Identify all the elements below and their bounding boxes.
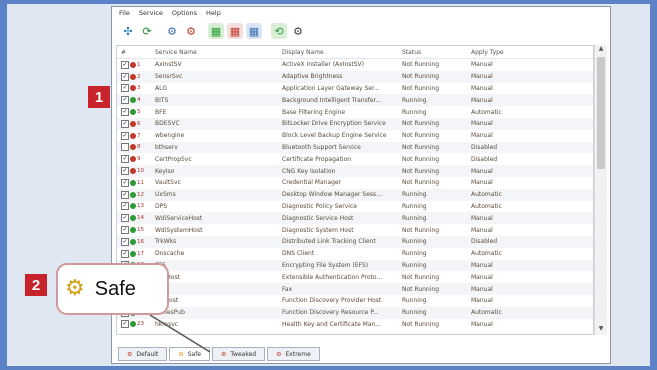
- leader-line: [149, 314, 211, 353]
- callout-badge-2: 2: [25, 274, 47, 296]
- safe-tab-zoom-callout: ⚙ Safe: [56, 263, 169, 315]
- zoom-label: Safe: [94, 277, 136, 300]
- gear-icon: ⚙: [65, 276, 85, 301]
- callout-badge-1: 1: [88, 86, 110, 108]
